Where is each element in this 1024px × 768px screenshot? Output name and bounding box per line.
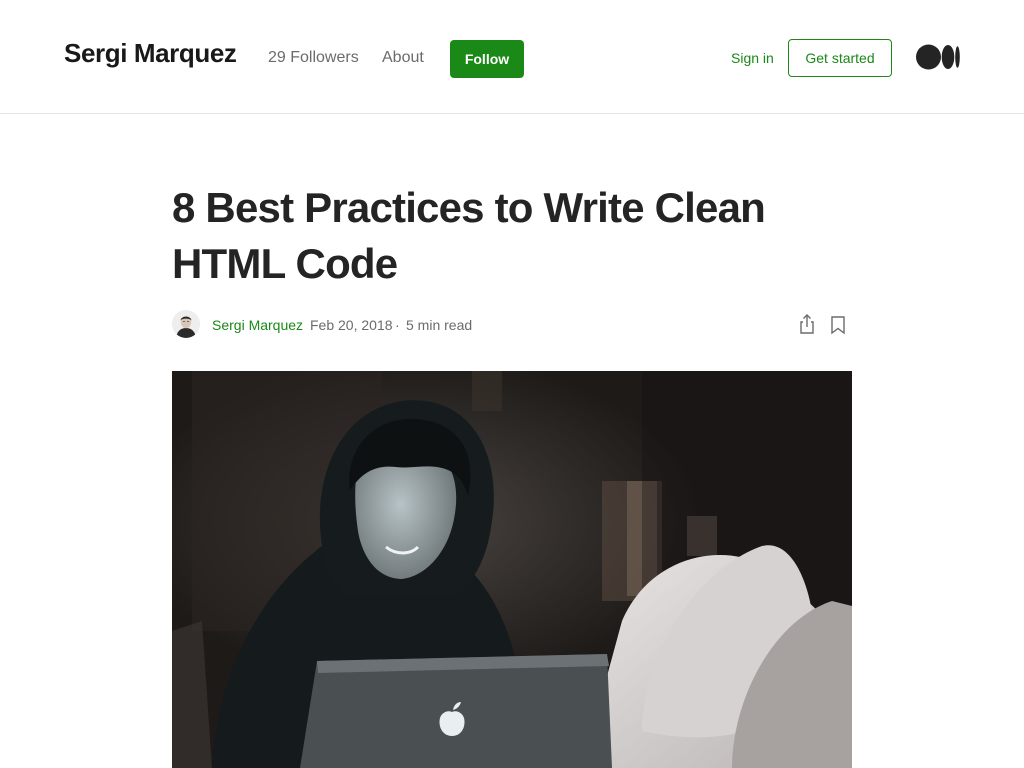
hero-image — [172, 371, 852, 768]
byline: Sergi Marquez Feb 20, 2018 · 5 min read — [172, 310, 852, 340]
top-bar: Sergi Marquez 29 Followers About Follow … — [0, 0, 1024, 114]
about-link[interactable]: About — [382, 49, 424, 67]
separator-dot: · — [395, 317, 400, 333]
author-name-link[interactable]: Sergi Marquez — [212, 317, 303, 333]
read-time: 5 min read — [406, 317, 473, 333]
publish-date: Feb 20, 2018 — [310, 317, 393, 333]
hero-photo — [172, 371, 852, 768]
avatar-image — [172, 310, 200, 338]
sign-in-link[interactable]: Sign in — [731, 50, 774, 66]
author-avatar[interactable] — [172, 310, 200, 338]
medium-logo-icon[interactable] — [916, 44, 960, 70]
article-title: 8 Best Practices to Write Clean HTML Cod… — [172, 184, 766, 287]
follow-button[interactable]: Follow — [450, 40, 524, 78]
followers-link[interactable]: 29 Followers — [268, 49, 359, 67]
bookmark-icon[interactable] — [829, 315, 847, 335]
get-started-button[interactable]: Get started — [788, 39, 892, 77]
publication-name[interactable]: Sergi Marquez — [64, 38, 237, 69]
share-icon[interactable] — [796, 313, 818, 335]
